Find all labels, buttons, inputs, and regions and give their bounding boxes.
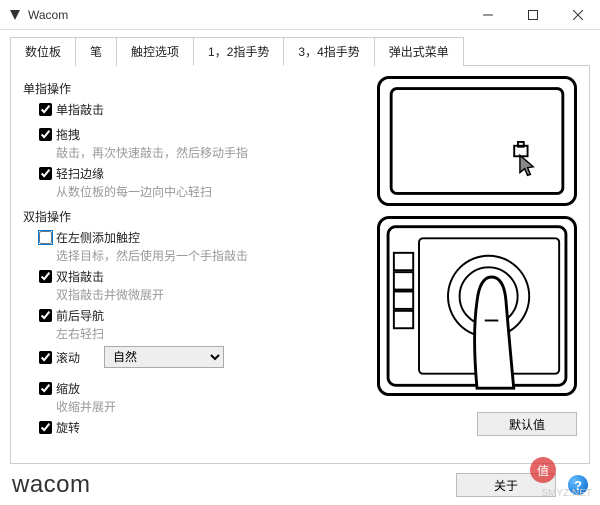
chk-rotate[interactable]: [39, 421, 52, 434]
desc-edge-swipe: 从数位板的每一边向中心轻扫: [56, 183, 377, 200]
chk-scroll[interactable]: [39, 351, 52, 364]
desc-drag: 敲击，再次快速敲击，然后移动手指: [56, 144, 377, 161]
chk-navigate[interactable]: [39, 309, 52, 322]
chk-drag[interactable]: [39, 128, 52, 141]
help-icon[interactable]: ?: [568, 475, 588, 495]
illustration-screen: [377, 76, 577, 206]
section-single-finger: 单指操作: [23, 80, 377, 97]
select-scroll-mode[interactable]: 自然: [104, 346, 224, 368]
chk-two-tap[interactable]: [39, 270, 52, 283]
lbl-edge-swipe: 轻扫边缘: [56, 165, 104, 182]
lbl-navigate: 前后导航: [56, 307, 104, 324]
window-title: Wacom: [28, 8, 465, 22]
tab-pen[interactable]: 笔: [75, 37, 117, 66]
chk-add-touch-left[interactable]: [39, 231, 52, 244]
tab-tablet[interactable]: 数位板: [10, 37, 76, 66]
chk-single-tap[interactable]: [39, 103, 52, 116]
footer: wacom 关于 ?: [0, 465, 600, 505]
settings-panel: 单指操作 单指敲击 拖拽敲击，再次快速敲击，然后移动手指 轻扫边缘从数位板的每一…: [10, 66, 590, 464]
lbl-two-tap: 双指敲击: [56, 268, 104, 285]
tab-touch-options[interactable]: 触控选项: [116, 37, 194, 66]
default-button[interactable]: 默认值: [477, 412, 577, 436]
lbl-zoom: 缩放: [56, 380, 80, 397]
chk-zoom[interactable]: [39, 382, 52, 395]
titlebar: Wacom: [0, 0, 600, 30]
desc-add-touch-left: 选择目标，然后使用另一个手指敲击: [56, 247, 377, 264]
desc-two-tap: 双指敲击并微微展开: [56, 286, 377, 303]
tab-bar: 数位板 笔 触控选项 1，2指手势 3，4指手势 弹出式菜单: [10, 36, 590, 66]
lbl-scroll: 滚动: [56, 349, 80, 366]
illustration-tablet: [377, 216, 577, 396]
desc-navigate: 左右轻扫: [56, 325, 377, 342]
wacom-logo: wacom: [12, 471, 456, 499]
lbl-add-touch-left: 在左侧添加触控: [56, 229, 140, 246]
app-icon: [8, 8, 22, 22]
lbl-single-tap: 单指敲击: [56, 101, 104, 118]
tab-12-finger[interactable]: 1，2指手势: [193, 37, 284, 66]
maximize-button[interactable]: [510, 0, 555, 30]
desc-zoom: 收缩并展开: [56, 398, 377, 415]
tab-34-finger[interactable]: 3，4指手势: [283, 37, 374, 66]
chk-edge-swipe[interactable]: [39, 167, 52, 180]
lbl-drag: 拖拽: [56, 126, 80, 143]
minimize-button[interactable]: [465, 0, 510, 30]
about-button[interactable]: 关于: [456, 473, 556, 497]
close-button[interactable]: [555, 0, 600, 30]
section-two-finger: 双指操作: [23, 208, 377, 225]
lbl-rotate: 旋转: [56, 419, 80, 436]
tab-popup-menu[interactable]: 弹出式菜单: [374, 37, 464, 66]
